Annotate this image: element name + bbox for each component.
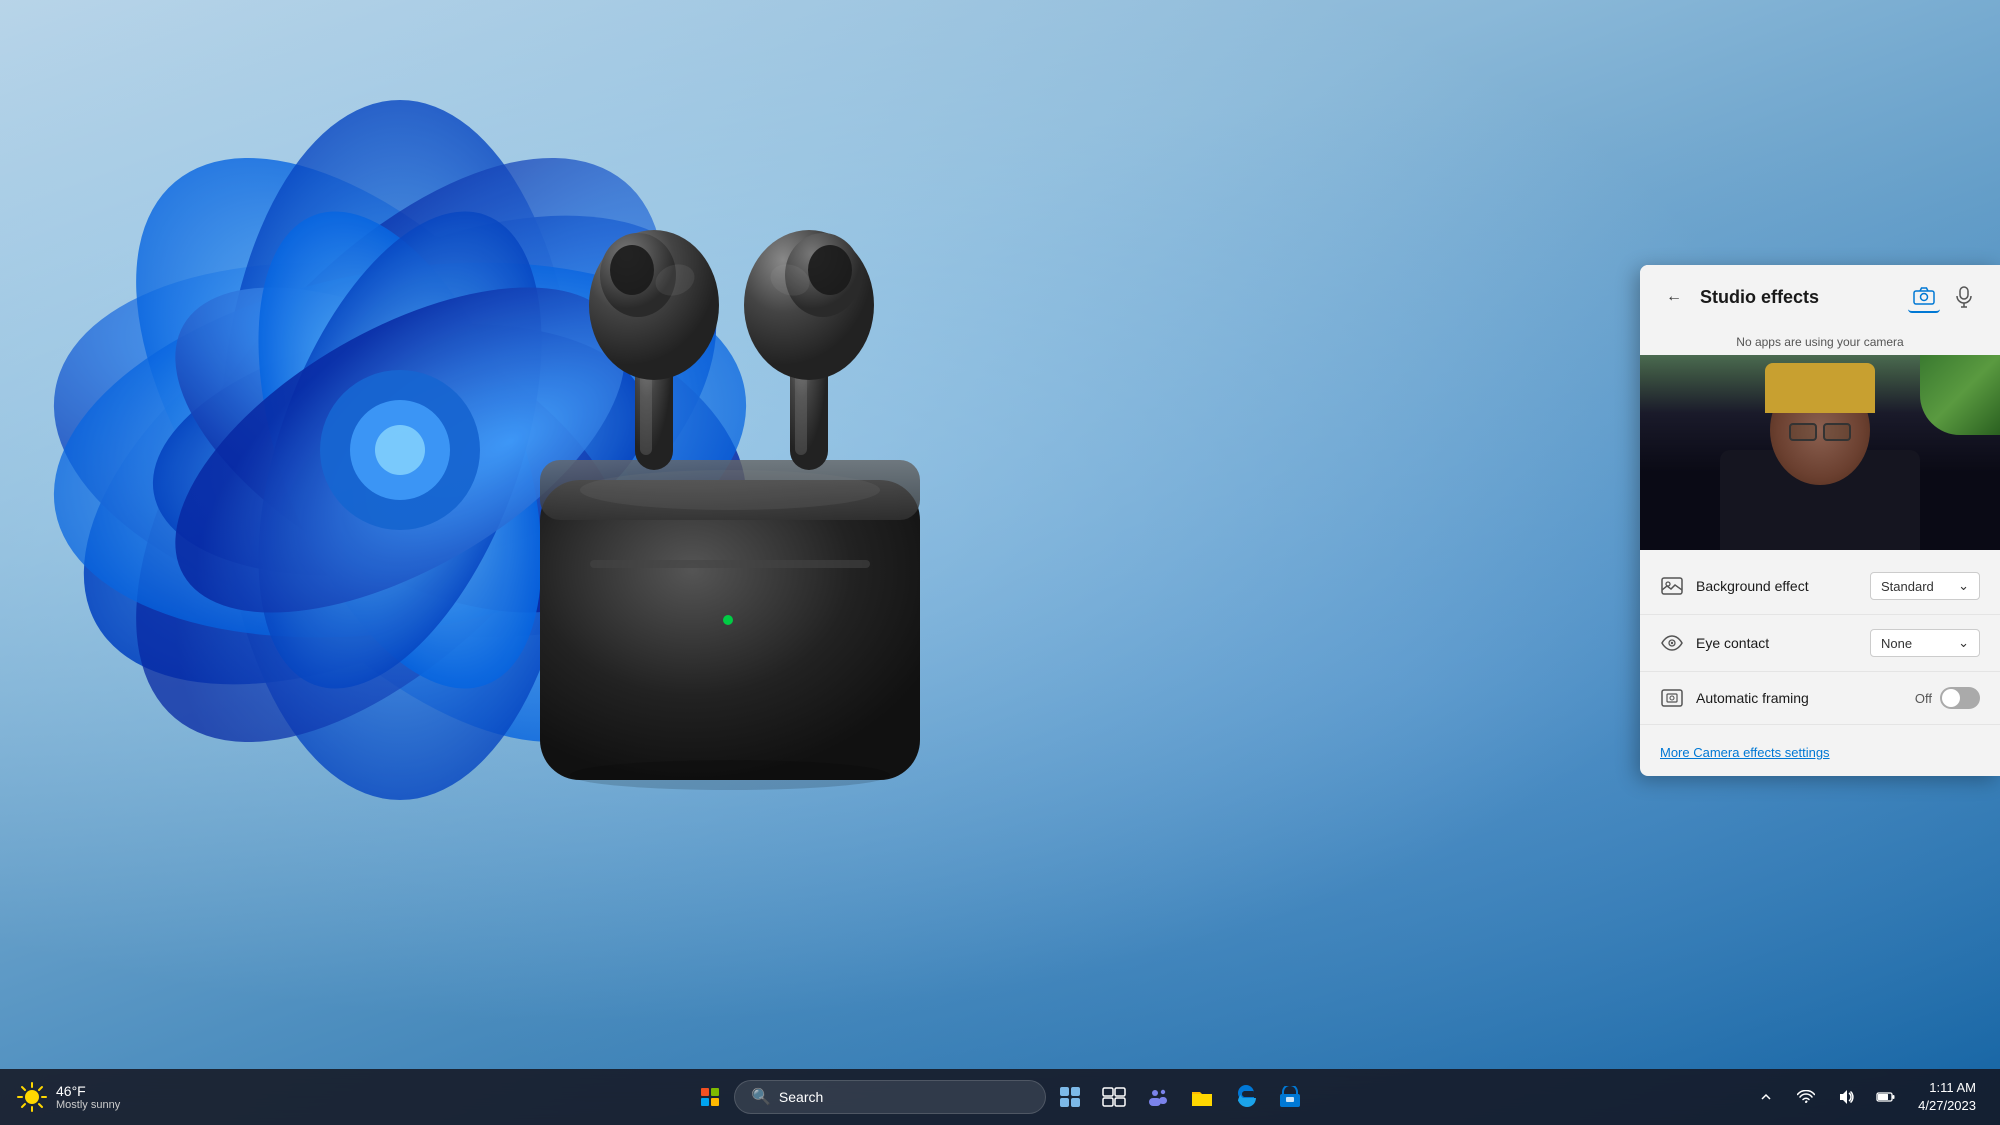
weather-condition: Mostly sunny xyxy=(56,1099,120,1111)
automatic-framing-label: Automatic framing xyxy=(1696,690,1903,706)
cam-plant xyxy=(1920,355,2000,435)
automatic-framing-value-label: Off xyxy=(1915,691,1932,706)
eye-contact-dropdown[interactable]: None ⌄ xyxy=(1870,629,1980,657)
task-view-icon xyxy=(1102,1087,1126,1107)
taskbar-search[interactable]: 🔍 Search xyxy=(734,1080,1046,1114)
file-explorer-icon xyxy=(1190,1086,1214,1108)
desktop: ← Studio effects xyxy=(0,0,2000,1125)
more-camera-effects-link[interactable]: More Camera effects settings xyxy=(1640,733,2000,776)
eye-contact-row: Eye contact None ⌄ xyxy=(1640,615,2000,672)
start-button[interactable] xyxy=(690,1077,730,1117)
network-icon-button[interactable] xyxy=(1790,1081,1822,1113)
file-explorer-button[interactable] xyxy=(1182,1077,1222,1117)
windows-logo xyxy=(701,1088,719,1106)
automatic-framing-row: Automatic framing Off xyxy=(1640,672,2000,725)
panel-header-icons xyxy=(1908,281,1980,313)
battery-icon-button[interactable] xyxy=(1870,1081,1902,1113)
wifi-icon xyxy=(1797,1090,1815,1104)
system-clock[interactable]: 1:11 AM 4/27/2023 xyxy=(1910,1075,1984,1119)
automatic-framing-icon xyxy=(1660,686,1684,710)
weather-widget[interactable]: 46°F Mostly sunny xyxy=(16,1081,120,1113)
automatic-framing-toggle-container: Off xyxy=(1915,687,1980,709)
taskbar: 46°F Mostly sunny 🔍 Search xyxy=(0,1069,2000,1125)
camera-preview xyxy=(1640,355,2000,550)
teams-icon xyxy=(1146,1085,1170,1109)
task-view-button[interactable] xyxy=(1094,1077,1134,1117)
panel-title: Studio effects xyxy=(1700,287,1896,308)
clock-time: 1:11 AM xyxy=(1918,1079,1976,1097)
widgets-icon xyxy=(1058,1085,1082,1109)
background-effect-icon xyxy=(1660,574,1684,598)
search-label: Search xyxy=(779,1089,823,1105)
teams-button[interactable] xyxy=(1138,1077,1178,1117)
cam-glasses xyxy=(1789,423,1851,441)
camera-icon[interactable] xyxy=(1908,281,1940,313)
taskbar-center: 🔍 Search xyxy=(690,1077,1310,1117)
volume-icon-button[interactable] xyxy=(1830,1081,1862,1113)
background-effect-label: Background effect xyxy=(1696,578,1858,594)
edge-icon xyxy=(1234,1085,1258,1109)
volume-icon xyxy=(1837,1089,1855,1105)
studio-effects-panel: ← Studio effects xyxy=(1640,265,2000,776)
store-button[interactable] xyxy=(1270,1077,1310,1117)
background-effect-row: Background effect Standard ⌄ xyxy=(1640,558,2000,615)
panel-header: ← Studio effects xyxy=(1640,265,2000,329)
background-effect-dropdown[interactable]: Standard ⌄ xyxy=(1870,572,1980,600)
cam-hat xyxy=(1765,363,1875,413)
search-icon: 🔍 xyxy=(751,1087,771,1107)
eye-contact-icon xyxy=(1660,631,1684,655)
microphone-icon[interactable] xyxy=(1948,281,1980,313)
clock-date: 4/27/2023 xyxy=(1918,1097,1976,1115)
weather-temperature: 46°F xyxy=(56,1083,120,1099)
panel-settings: Background effect Standard ⌄ Eye contact xyxy=(1640,550,2000,733)
airpods-image xyxy=(390,130,1090,810)
widgets-button[interactable] xyxy=(1050,1077,1090,1117)
dropdown-chevron-2: ⌄ xyxy=(1958,635,1969,651)
taskbar-right: 1:11 AM 4/27/2023 xyxy=(1750,1075,1984,1119)
weather-text: 46°F Mostly sunny xyxy=(56,1083,120,1111)
back-button[interactable]: ← xyxy=(1660,283,1688,311)
automatic-framing-toggle[interactable] xyxy=(1940,687,1980,709)
weather-icon xyxy=(16,1081,48,1113)
show-hidden-icons-button[interactable] xyxy=(1750,1081,1782,1113)
camera-preview-inner xyxy=(1640,355,2000,550)
chevron-up-icon xyxy=(1761,1092,1771,1102)
eye-contact-label: Eye contact xyxy=(1696,635,1858,651)
edge-button[interactable] xyxy=(1226,1077,1266,1117)
battery-icon xyxy=(1876,1091,1896,1103)
dropdown-chevron: ⌄ xyxy=(1958,578,1969,594)
camera-status-text: No apps are using your camera xyxy=(1640,329,2000,355)
store-icon xyxy=(1279,1086,1301,1108)
